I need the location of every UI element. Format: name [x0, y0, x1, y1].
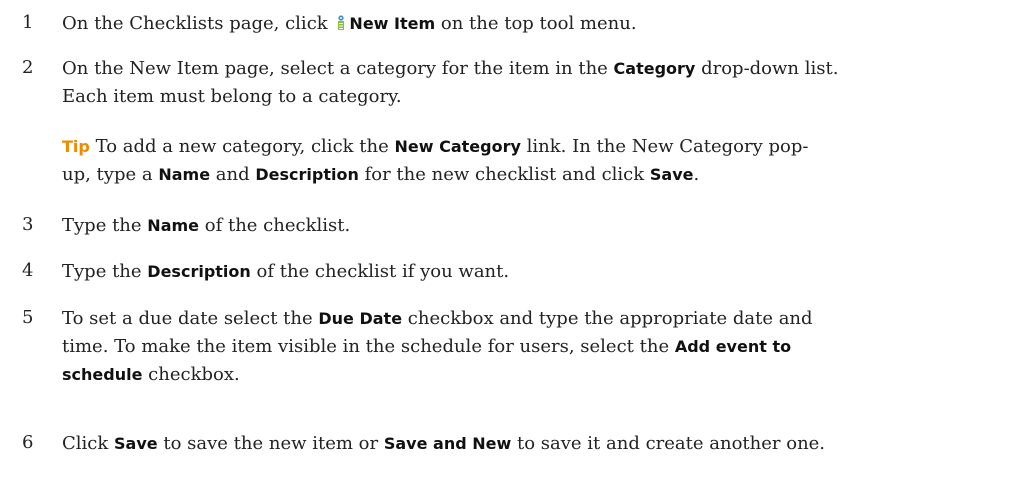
step-text-part: of the checklist. [204, 215, 351, 236]
save-and-new-label: Save and New [383, 434, 512, 453]
tip-text-part: and [215, 164, 250, 185]
add-event-label: Add event to [674, 337, 792, 356]
step-text-part: of the checklist if you want. [256, 261, 510, 282]
tip-text-part: up, type a [62, 164, 153, 185]
step-text: Type the Description of the checklist if… [62, 258, 1012, 286]
step-text-part: Each item must belong to a category. [62, 86, 402, 107]
step-text-part: time. To make the item visible in the sc… [62, 336, 670, 357]
step-number: 4 [22, 260, 34, 281]
step-text-part: On the New Item page, select a category … [62, 58, 608, 79]
step-text-part: to save it and create another one. [517, 433, 826, 454]
add-event-label: schedule [62, 365, 143, 384]
step-text-part: Type the [62, 215, 142, 236]
new-item-icon [338, 15, 345, 30]
due-date-label: Due Date [318, 309, 403, 328]
save-label: Save [649, 165, 694, 184]
new-item-label: New Item [349, 14, 436, 33]
step-text-part: checkbox and type the appropriate date a… [407, 308, 813, 329]
step-text-part: on the top tool menu. [440, 13, 637, 34]
step-text-part: Click [62, 433, 109, 454]
step-number: 6 [22, 432, 34, 453]
step-text-part: to save the new item or [163, 433, 379, 454]
tip-text-part: for the new checklist and click [364, 164, 645, 185]
tip-label: Tip [62, 137, 90, 156]
new-category-link-label: New Category [394, 137, 521, 156]
tip-text: Tip To add a new category, click the New… [62, 133, 1012, 189]
tip-text-part: link. In the New Category pop- [526, 136, 809, 157]
step-number: 5 [22, 307, 34, 328]
step-text-part: On the Checklists page, click [62, 13, 328, 34]
step-text: On the New Item page, select a category … [62, 55, 1012, 111]
step-number: 2 [22, 57, 34, 78]
save-label: Save [114, 434, 158, 453]
name-label: Name [147, 216, 200, 235]
description-label: Description [147, 262, 251, 281]
step-text-part: Type the [62, 261, 142, 282]
step-number: 1 [22, 12, 34, 33]
description-label: Description [255, 165, 359, 184]
step-text: Click Save to save the new item or Save … [62, 430, 1012, 458]
name-label: Name [158, 165, 211, 184]
step-text: On the Checklists page, click New Item o… [62, 10, 1012, 38]
step-text: To set a due date select the Due Date ch… [62, 305, 1012, 389]
tip-text-part: To add a new category, click the [95, 136, 389, 157]
step-text-part: drop-down list. [701, 58, 839, 79]
step-text-part: checkbox. [148, 364, 240, 385]
category-label: Category [613, 59, 696, 78]
tip-text-part: . [693, 164, 700, 185]
step-text: Type the Name of the checklist. [62, 212, 1012, 240]
step-number: 3 [22, 214, 34, 235]
step-text-part: To set a due date select the [62, 308, 313, 329]
